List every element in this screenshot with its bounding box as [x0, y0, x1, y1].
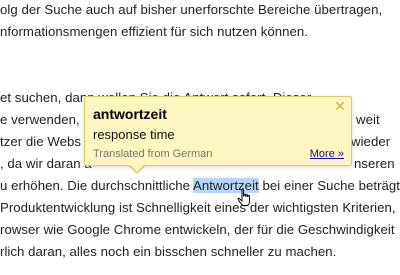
article-line-4: e verwenden, g: [0, 112, 91, 127]
article-line-7: u erhöhen. Die durchschnittliche Antwort…: [0, 177, 400, 195]
article-line-5-right: wieder: [351, 134, 391, 149]
translation-popup-arrow: [129, 164, 145, 172]
article-line-10: rlich daran, alles noch ein bisschen sch…: [0, 244, 337, 259]
popup-source-language: Translated from German: [93, 148, 213, 160]
article-line-1: olg der Suche auch auf bisher unerforsch…: [0, 2, 383, 17]
article-line-6: , da wir daran a: [0, 156, 92, 171]
article-line-7-end: bei einer Suche beträgt: [258, 178, 400, 193]
hand-pointer-cursor-icon: [237, 188, 250, 206]
article-line-5: tzer die Webs: [0, 134, 82, 149]
article-line-6-right: nseren: [354, 156, 395, 171]
article-line-9: rowser wie Google Chrome entwickeln, der…: [0, 222, 395, 237]
translation-popup: antwortzeit response time Translated fro…: [84, 96, 352, 166]
close-icon[interactable]: ✕: [333, 99, 347, 113]
popup-source-word: antwortzeit: [93, 106, 167, 122]
article-page: olg der Suche auch auf bisher unerforsch…: [0, 0, 400, 275]
article-line-4-right: weit: [356, 112, 380, 127]
popup-translation: response time: [93, 127, 175, 142]
article-line-8: Produktentwicklung ist Schnelligkeit ein…: [0, 200, 396, 215]
article-line-2: nformationsmengen effizient für sich nut…: [0, 24, 308, 39]
popup-more-link[interactable]: More »: [310, 148, 344, 161]
article-line-7-start: u erhöhen. Die durchschnittliche: [0, 178, 193, 193]
